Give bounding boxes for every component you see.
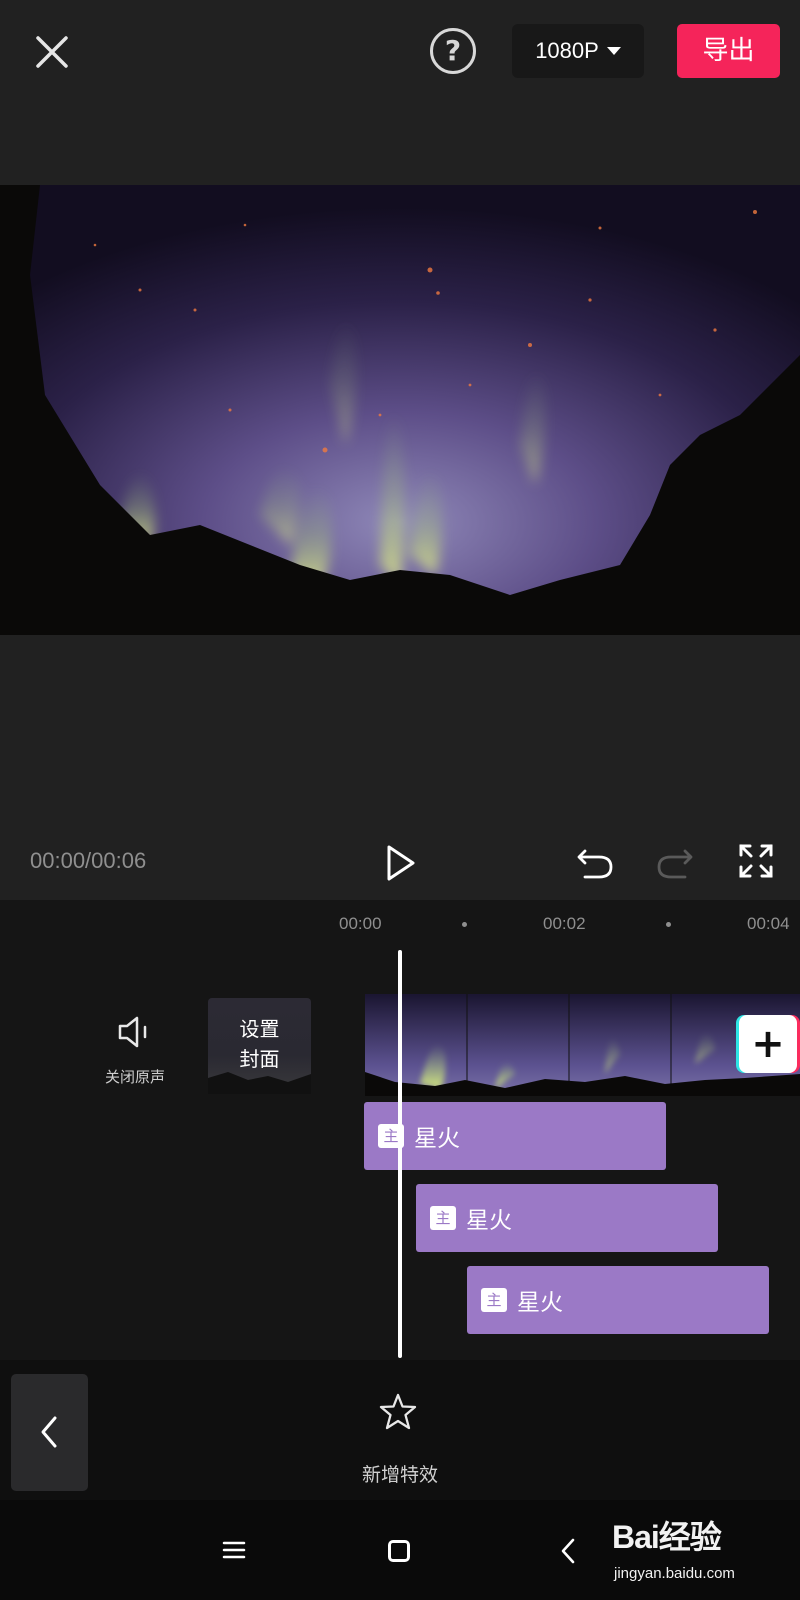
add-effect-label[interactable]: 新增特效 [340, 1460, 460, 1487]
effect-label: 星火 [517, 1290, 563, 1316]
main-badge: 主 [481, 1288, 507, 1312]
redo-icon[interactable] [655, 843, 695, 883]
watermark-logo: Bai经验 [612, 1519, 722, 1555]
nav-back-icon[interactable] [560, 1538, 576, 1564]
ruler-label: 00:02 [543, 914, 586, 933]
main-badge: 主 [430, 1206, 456, 1230]
help-icon[interactable]: ? [430, 28, 476, 74]
speaker-icon[interactable] [116, 1015, 152, 1049]
effect-label: 星火 [466, 1208, 512, 1234]
fullscreen-icon[interactable] [738, 843, 774, 879]
export-button[interactable]: 导出 [677, 24, 780, 78]
ruler-dot [666, 922, 671, 927]
menu-icon[interactable] [222, 1540, 246, 1560]
mute-original-label[interactable]: 关闭原声 [100, 1066, 170, 1087]
resolution-dropdown[interactable]: 1080P [512, 24, 644, 78]
play-icon[interactable] [383, 843, 419, 883]
effect-bar[interactable]: 主 星火 [364, 1102, 666, 1170]
add-clip-button[interactable]: + [739, 1015, 797, 1073]
effect-label: 星火 [414, 1126, 460, 1152]
watermark-url: jingyan.baidu.com [614, 1565, 735, 1582]
set-cover-label: 设置 封面 [239, 1017, 280, 1071]
effect-bar[interactable]: 主 星火 [416, 1184, 718, 1252]
ruler-dot [462, 922, 467, 927]
video-clip-track[interactable] [365, 994, 800, 1096]
time-display: 00:00/00:06 [30, 848, 147, 873]
aurora-image [0, 185, 800, 635]
home-icon[interactable] [388, 1540, 410, 1562]
ruler-label: 00:04 [747, 914, 790, 933]
playhead[interactable] [398, 950, 402, 1358]
back-button[interactable] [11, 1374, 88, 1491]
close-icon[interactable] [30, 30, 74, 74]
effect-bar[interactable]: 主 星火 [467, 1266, 769, 1334]
caret-down-icon [606, 47, 621, 55]
video-preview[interactable] [0, 185, 800, 635]
undo-icon[interactable] [575, 843, 615, 883]
star-effect-icon[interactable] [378, 1392, 418, 1432]
ruler-label: 00:00 [339, 914, 382, 933]
resolution-label: 1080P [535, 38, 599, 63]
